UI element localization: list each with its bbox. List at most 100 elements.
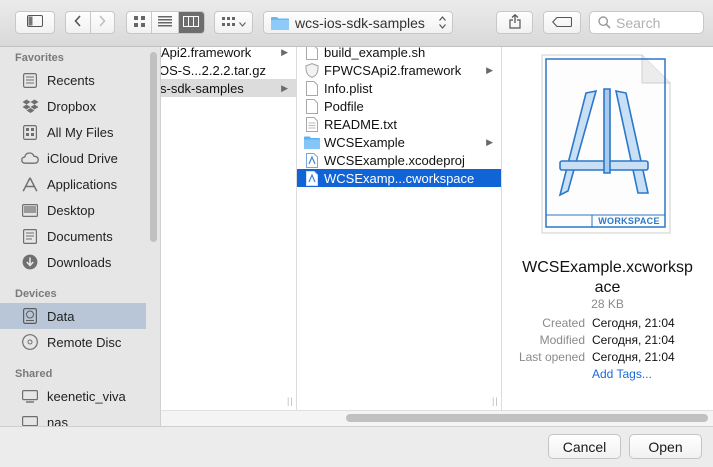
list-item[interactable]: OS-S...2.2.2.tar.gz	[161, 61, 296, 79]
list-item[interactable]: README.txt	[297, 115, 501, 133]
downloads-icon	[20, 254, 40, 270]
path-folder-label: wcs-ios-sdk-samples	[295, 14, 425, 31]
xcodeproj-icon	[304, 152, 320, 168]
scrollbar-thumb[interactable]	[346, 414, 708, 422]
forward-button[interactable]	[91, 12, 115, 33]
tag-icon	[552, 15, 573, 30]
sidebar-toggle-button[interactable]	[15, 11, 55, 34]
sidebar-scrollbar[interactable]	[150, 52, 157, 242]
recents-icon	[20, 72, 40, 88]
sidebar-item-label: nas	[47, 414, 68, 427]
column-view-button[interactable]	[178, 12, 204, 33]
add-tags-link[interactable]: Add Tags...	[592, 367, 652, 381]
share-button[interactable]	[496, 11, 533, 34]
column-resize-handle[interactable]: ||	[492, 396, 499, 406]
dialog-button-bar: Cancel Open	[0, 426, 713, 467]
network-computer-icon	[20, 388, 40, 404]
disclosure-arrow-icon: ▶	[281, 82, 288, 93]
columns-icon	[183, 15, 200, 30]
applications-icon	[20, 176, 40, 192]
sidebar-item-applications[interactable]: Applications	[0, 171, 146, 197]
back-button[interactable]	[66, 12, 91, 33]
search-input[interactable]: Search	[589, 11, 704, 34]
cloud-icon	[20, 150, 40, 166]
sidebar-item-documents[interactable]: Documents	[0, 223, 146, 249]
documents-icon	[20, 228, 40, 244]
list-item[interactable]: Podfile	[297, 97, 501, 115]
item-label: s-sdk-samples	[161, 80, 244, 96]
file-size: 28 KB	[591, 297, 624, 311]
sidebar-item-desktop[interactable]: Desktop	[0, 197, 146, 223]
document-icon	[304, 98, 320, 114]
sidebar-item-all-my-files[interactable]: All My Files	[0, 119, 146, 145]
item-label: README.txt	[324, 116, 397, 132]
sidebar-item-keenetic-viva[interactable]: keenetic_viva	[0, 383, 146, 409]
list-item[interactable]: Api2.framework ▶	[161, 47, 296, 61]
sidebar-item-label: iCloud Drive	[47, 150, 118, 166]
created-label: Created	[542, 316, 585, 330]
item-label: WCSExample	[324, 134, 405, 150]
desktop-icon	[20, 202, 40, 218]
item-label: Podfile	[324, 98, 364, 114]
created-row: Created Сегодня, 21:04	[502, 316, 713, 333]
item-label: WCSExample.xcodeproj	[324, 152, 465, 168]
sidebar-item-recents[interactable]: Recents	[0, 67, 146, 93]
sidebar-item-label: Recents	[47, 72, 95, 88]
document-icon	[304, 80, 320, 96]
sidebar-item-label: All My Files	[47, 124, 114, 140]
sidebar-item-label: Remote Disc	[47, 334, 122, 350]
horizontal-scrollbar[interactable]	[161, 410, 713, 426]
sidebar-item-dropbox[interactable]: Dropbox	[0, 93, 146, 119]
filename-line-2: ace	[594, 279, 621, 296]
sidebar-item-nas[interactable]: nas	[0, 409, 146, 426]
list-item[interactable]: WCSExample ▶	[297, 133, 501, 151]
sidebar-item-downloads[interactable]: Downloads	[0, 249, 146, 275]
disclosure-arrow-icon: ▶	[281, 47, 288, 57]
document-icon	[304, 47, 320, 60]
sidebar-item-label: keenetic_viva	[47, 388, 126, 404]
search-icon	[598, 16, 611, 29]
disclosure-arrow-icon: ▶	[486, 136, 493, 147]
item-label: FPWCSApi2.framework	[324, 62, 462, 78]
modified-value: Сегодня, 21:04	[592, 333, 675, 347]
item-label: build_example.sh	[324, 47, 426, 60]
list-item[interactable]: build_example.sh	[297, 47, 501, 61]
list-item-selected[interactable]: s-sdk-samples ▶	[161, 79, 296, 97]
grid-icon	[221, 15, 235, 30]
favorites-header: Favorites	[15, 52, 64, 64]
folder-icon	[304, 134, 320, 150]
sidebar-item-data[interactable]: Data	[0, 303, 146, 329]
list-item[interactable]: WCSExample.xcodeproj	[297, 151, 501, 169]
sidebar-item-label: Desktop	[47, 202, 95, 218]
group-by-button[interactable]	[214, 11, 253, 34]
back-forward-control	[65, 11, 115, 34]
sidebar-item-label: Documents	[47, 228, 113, 244]
up-down-chevron-icon	[439, 16, 446, 32]
last-opened-row: Last opened Сегодня, 21:04	[502, 350, 713, 367]
column-resize-handle[interactable]: ||	[287, 396, 294, 406]
sidebar-item-remote-disc[interactable]: Remote Disc	[0, 329, 146, 355]
all-files-icon	[20, 124, 40, 140]
open-button[interactable]: Open	[629, 434, 702, 459]
filename-line-1: WCSExample.xcworksp	[522, 259, 693, 276]
framework-shield-icon	[304, 62, 320, 78]
item-label: WCSExamp...cworkspace	[324, 170, 475, 186]
item-label: OS-S...2.2.2.tar.gz	[161, 62, 266, 78]
list-item[interactable]: FPWCSApi2.framework ▶	[297, 61, 501, 79]
disc-icon	[20, 334, 40, 350]
list-item-selected[interactable]: WCSExamp...cworkspace	[297, 169, 501, 187]
sidebar-item-icloud-drive[interactable]: iCloud Drive	[0, 145, 146, 171]
sidebar-icon	[27, 15, 43, 30]
browser-column-2: build_example.sh FPWCSApi2.framework ▶ I…	[297, 47, 502, 410]
cancel-button[interactable]: Cancel	[548, 434, 621, 459]
item-label: Api2.framework	[161, 47, 252, 60]
xcworkspace-icon	[304, 170, 320, 186]
list-item[interactable]: Info.plist	[297, 79, 501, 97]
icon-view-button[interactable]	[127, 12, 153, 33]
tag-button[interactable]	[543, 11, 581, 34]
list-view-button[interactable]	[152, 12, 179, 33]
path-popup[interactable]: wcs-ios-sdk-samples	[263, 11, 453, 34]
sidebar-item-label: Downloads	[47, 254, 112, 270]
sidebar-item-label: Applications	[47, 176, 118, 192]
workspace-badge: WORKSPACE	[598, 216, 660, 226]
